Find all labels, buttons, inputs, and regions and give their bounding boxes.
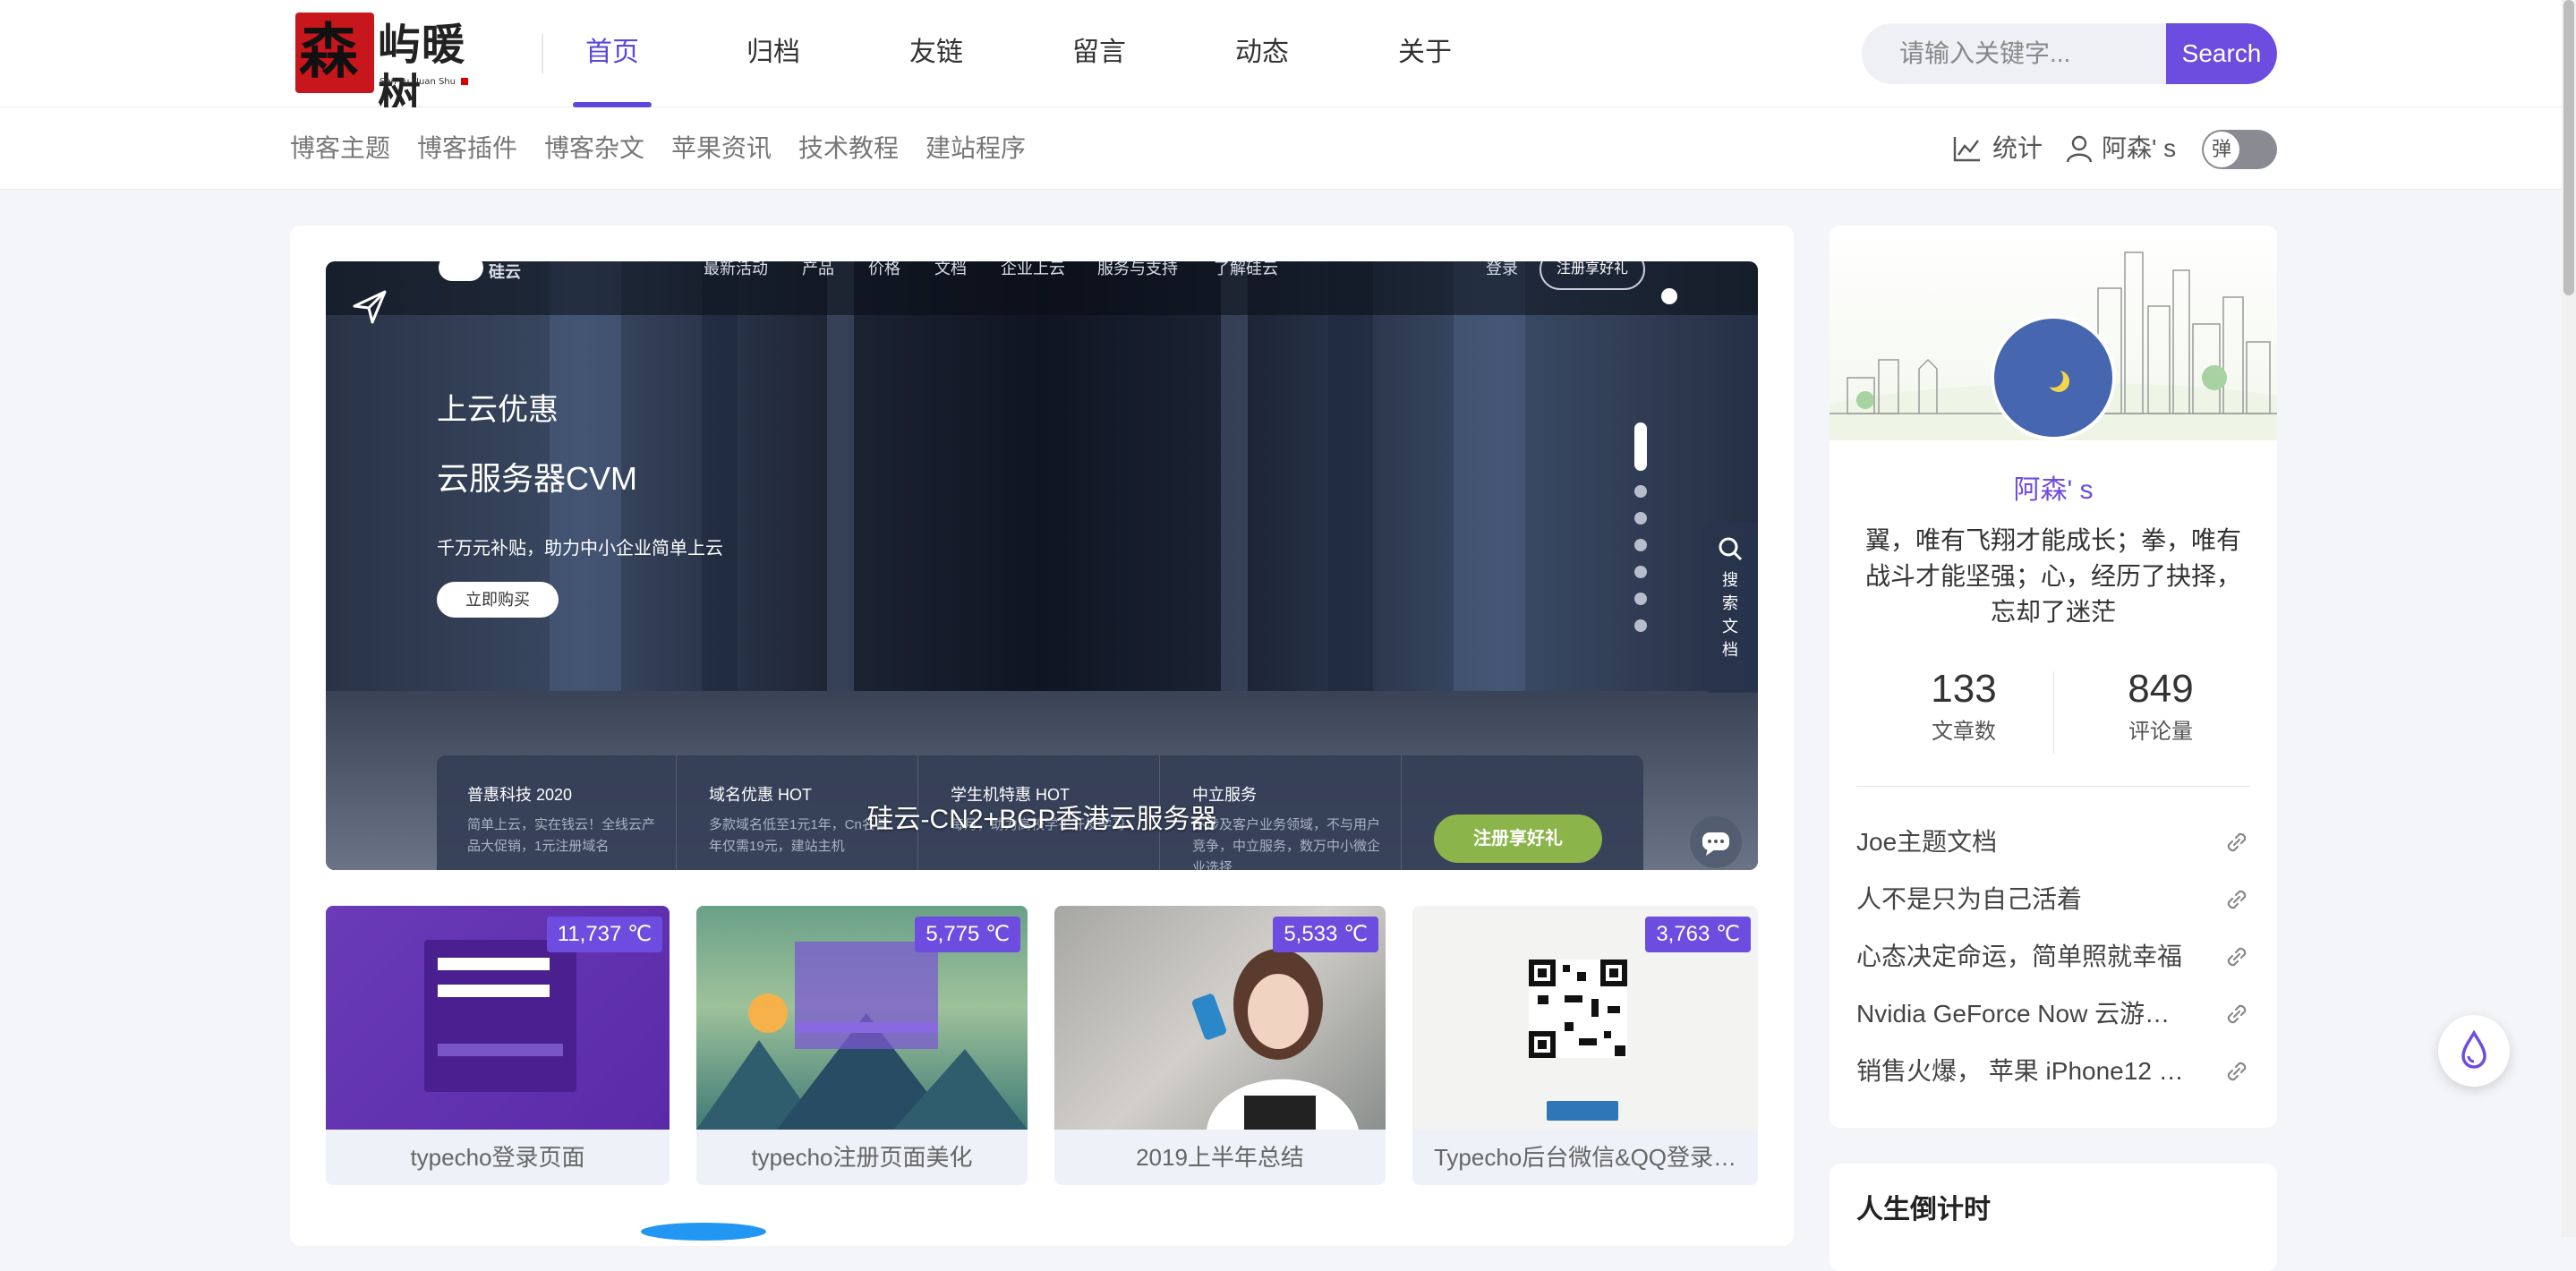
nav-home[interactable]: 首页	[573, 0, 652, 107]
stat-divider	[2053, 671, 2054, 754]
profile-motto: 翼，唯有飞翔才能成长；拳，唯有战斗才能坚强；心，经历了抉择，忘却了迷茫	[1864, 526, 2241, 626]
header-divider	[542, 34, 543, 73]
post-card[interactable]: 5,533 ℃ 2019上半年总结	[1054, 906, 1386, 1185]
search-icon	[1719, 537, 1743, 561]
profile-name[interactable]: 阿森' s	[1830, 467, 2277, 507]
link-title: Joe主题文档	[1856, 828, 1998, 856]
recommended-link[interactable]: 销售火爆， 苹果 iPhone12 …	[1856, 1049, 2250, 1094]
decorative-blob	[641, 1223, 766, 1241]
link-icon	[2227, 1062, 2247, 1081]
link-title: 心态决定命运，简单照就幸福	[1856, 943, 2183, 970]
search-input[interactable]	[1862, 23, 2166, 84]
vertical-scrollbar[interactable]	[2563, 0, 2574, 295]
banner-caption: 硅云-CN2+BGP香港云服务器	[866, 805, 1217, 834]
banner-search-doc: 搜索文档	[1702, 523, 1758, 693]
recommended-link[interactable]: Nvidia GeForce Now 云游…	[1856, 992, 2250, 1036]
search-button[interactable]: Search	[2166, 23, 2277, 84]
articles-stat: 133 文章数	[1874, 664, 2053, 750]
views-badge: 3,763 ℃	[1645, 917, 1751, 952]
category-site-program[interactable]: 建站程序	[925, 107, 1026, 190]
send-icon	[353, 290, 387, 324]
category-apple-news[interactable]: 苹果资讯	[671, 107, 772, 190]
site-logo[interactable]: 森 屿暖树 Sen Yu Nuan Shu	[295, 13, 474, 120]
theme-toggle-button[interactable]	[2438, 1015, 2510, 1087]
category-bar: 博客主题 博客插件 博客杂文 苹果资讯 技术教程 建站程序 统计 阿森' s	[0, 107, 2562, 190]
post-card[interactable]: 5,775 ℃ typecho注册页面美化	[696, 906, 1028, 1185]
category-blog-theme[interactable]: 博客主题	[290, 107, 390, 190]
logo-text: 屿暖树	[378, 20, 466, 120]
post-title: 2019上半年总结	[1136, 1144, 1304, 1171]
stats-link[interactable]: 统计	[1953, 107, 2043, 190]
life-countdown-card: 人生倒计时	[1830, 1164, 2277, 1271]
views-badge: 11,737 ℃	[546, 917, 662, 952]
link-title: 人不是只为自己活着	[1856, 885, 2083, 913]
link-icon	[2227, 832, 2247, 852]
countdown-title: 人生倒计时	[1856, 1195, 1991, 1224]
post-title: typecho注册页面美化	[751, 1144, 973, 1171]
post-title: Typecho后台微信&QQ登录…	[1433, 1144, 1737, 1171]
category-blog-plugin[interactable]: 博客插件	[417, 107, 517, 190]
main-nav: 首页 归档 友链 留言 动态 关于	[573, 0, 1548, 107]
link-title: Nvidia GeForce Now 云游…	[1856, 1000, 2171, 1028]
views-badge: 5,775 ℃	[915, 917, 1020, 952]
profile-card: 阿森' s 翼，唯有飞翔才能成长；拳，唯有战斗才能坚强；心，经历了抉择，忘却了迷…	[1830, 226, 2277, 1128]
link-icon	[2227, 947, 2247, 967]
post-card[interactable]: 11,737 ℃ typecho登录页面	[326, 906, 670, 1185]
link-icon	[2227, 890, 2247, 909]
link-icon	[2227, 1004, 2247, 1024]
recommended-link[interactable]: 心态决定命运，简单照就幸福	[1856, 934, 2250, 979]
barrage-toggle[interactable]: 弹	[2202, 130, 2277, 169]
articles-label: 文章数	[1932, 720, 1996, 744]
nav-moments[interactable]: 动态	[1223, 0, 1301, 107]
banner-buy-button: 立即购买	[437, 582, 559, 618]
post-title: typecho登录页面	[410, 1144, 585, 1171]
post-card[interactable]: 3,763 ℃ Typecho后台微信&QQ登录…	[1412, 906, 1758, 1185]
user-icon	[2066, 135, 2093, 163]
banner-subtitle: 云服务器CVM	[437, 460, 637, 497]
nav-links[interactable]: 友链	[897, 0, 976, 107]
banner-slide-dots	[1634, 422, 1649, 637]
search-box: Search	[1862, 23, 2277, 84]
recommended-link[interactable]: 人不是只为自己活着	[1856, 877, 2250, 922]
articles-count: 133	[1931, 667, 1997, 711]
banner-top-nav: 硅云 最新活动 产品 价格 文档 企业上云 服务与支持 了解硅云 登录 注册享好…	[326, 261, 1758, 315]
comments-stat: 849 评论量	[2071, 664, 2250, 750]
toggle-knob-label: 弹	[2204, 132, 2239, 167]
banner-title: 上云优惠	[437, 393, 559, 427]
logo-seal-char: 森	[299, 16, 358, 86]
category-tech-tutorial[interactable]: 技术教程	[798, 107, 899, 190]
category-blog-essay[interactable]: 博客杂文	[544, 107, 644, 190]
top-header: 森 屿暖树 Sen Yu Nuan Shu 首页 归档 友链 留言 动态 关于 …	[0, 0, 2562, 120]
link-title: 销售火爆， 苹果 iPhone12 …	[1856, 1057, 2184, 1085]
logo-subtitle: Sen Yu Nuan Shu	[380, 77, 468, 87]
views-badge: 5,533 ℃	[1273, 917, 1378, 952]
moon-icon	[2043, 368, 2069, 392]
recommended-link[interactable]: Joe主题文档	[1856, 820, 2250, 865]
avatar[interactable]	[1991, 315, 2116, 440]
stats-label: 统计	[1992, 134, 2043, 162]
nav-guestbook[interactable]: 留言	[1060, 0, 1139, 107]
drop-icon	[2461, 1029, 2486, 1069]
featured-banner[interactable]: 硅云 最新活动 产品 价格 文档 企业上云 服务与支持 了解硅云 登录 注册享好…	[326, 261, 1758, 870]
profile-divider	[1856, 786, 2250, 787]
user-label: 阿森' s	[2102, 134, 2177, 162]
chart-icon	[1953, 137, 1980, 162]
nav-about[interactable]: 关于	[1386, 0, 1464, 107]
user-link[interactable]: 阿森' s	[2066, 107, 2176, 190]
comments-label: 评论量	[2128, 720, 2193, 744]
banner-description: 千万元补贴，助力中小企业简单上云	[437, 539, 723, 559]
comments-count: 849	[2128, 667, 2194, 711]
nav-archive[interactable]: 归档	[734, 0, 813, 107]
